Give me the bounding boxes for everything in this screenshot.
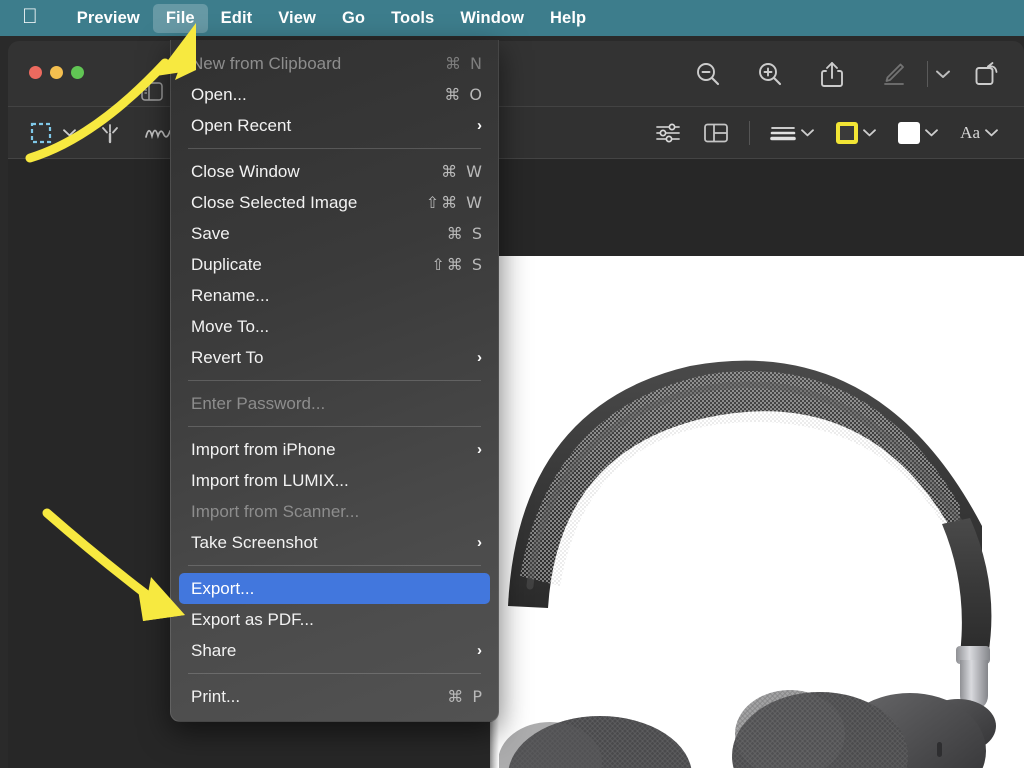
share-icon[interactable]: [801, 41, 863, 107]
menu-item-export[interactable]: Export...: [179, 573, 490, 604]
submenu-chevron-right-icon: ›: [477, 441, 482, 458]
adjust-sliders-icon[interactable]: [644, 107, 692, 159]
menu-item-save[interactable]: Save ⌘ S: [171, 218, 498, 249]
selection-tool-chevron-down-icon[interactable]: [63, 107, 87, 159]
menu-item-label: Save: [191, 223, 230, 243]
menu-divider: [188, 565, 481, 566]
macos-menu-bar:  Preview File Edit View Go Tools Window…: [0, 0, 1024, 36]
menu-item-open-recent[interactable]: Open Recent ›: [171, 110, 498, 141]
submenu-chevron-right-icon: ›: [477, 534, 482, 551]
zoom-out-icon[interactable]: [677, 41, 739, 107]
menu-divider: [188, 673, 481, 674]
menu-item-shortcut: ⌘ W: [441, 162, 484, 181]
menu-item-label: Revert To: [191, 347, 264, 367]
menu-item-shortcut: ⌘ S: [446, 224, 484, 243]
menu-item-label: Import from LUMIX...: [191, 470, 349, 490]
menu-item-label: Duplicate: [191, 254, 262, 274]
submenu-chevron-right-icon: ›: [477, 117, 482, 134]
menu-item-shortcut: ⇧⌘ S: [431, 255, 484, 274]
menu-divider: [188, 380, 481, 381]
menu-item-open[interactable]: Open... ⌘ O: [171, 79, 498, 110]
menu-item-duplicate[interactable]: Duplicate ⇧⌘ S: [171, 249, 498, 280]
preview-window: Aa: [8, 41, 1024, 768]
toolbar-buttons: [677, 41, 1024, 107]
menu-item-new-from-clipboard: New from Clipboard ⌘ N: [171, 48, 498, 79]
menu-item-label: Share: [191, 640, 237, 660]
screenshot-root: Aa Preview File Edit View Go Tools Windo…: [0, 0, 1024, 768]
menubar-item-window[interactable]: Window: [447, 4, 537, 33]
document-area: [8, 159, 1024, 768]
close-window-button[interactable]: [29, 66, 42, 79]
image-canvas[interactable]: [490, 159, 1024, 768]
apple-logo-icon[interactable]: : [22, 6, 38, 27]
menu-item-close-window[interactable]: Close Window ⌘ W: [171, 156, 498, 187]
rotate-icon[interactable]: [956, 41, 1018, 107]
zoom-in-icon[interactable]: [739, 41, 801, 107]
menu-item-print[interactable]: Print... ⌘ P: [171, 681, 498, 712]
menu-item-shortcut: ⇧⌘ W: [425, 193, 484, 212]
headphones-photo: [490, 256, 1024, 768]
menubar-item-file[interactable]: File: [152, 3, 208, 33]
menu-item-move-to[interactable]: Move To...: [171, 311, 498, 342]
menu-item-label: Rename...: [191, 285, 270, 305]
menu-item-import-from-scanner: Import from Scanner...: [171, 496, 498, 527]
window-toolbar: [8, 41, 1024, 107]
menu-item-import-from-lumix[interactable]: Import from LUMIX...: [171, 465, 498, 496]
menu-divider: [188, 426, 481, 427]
menu-item-label: Open Recent: [191, 115, 292, 135]
menu-item-label: Open...: [191, 84, 247, 104]
menubar-item-go[interactable]: Go: [329, 4, 378, 33]
menu-item-share[interactable]: Share ›: [171, 635, 498, 666]
markup-toolbar: Aa: [8, 107, 1024, 159]
toolbar-divider: [927, 61, 928, 87]
markup-options-chevron-down-icon[interactable]: [930, 41, 956, 107]
menu-item-rename[interactable]: Rename...: [171, 280, 498, 311]
markup-pen-icon[interactable]: [863, 41, 925, 107]
menu-item-label: Move To...: [191, 316, 270, 336]
fill-color-swatch[interactable]: [887, 107, 949, 159]
menu-item-label: New from Clipboard: [191, 53, 342, 73]
text-style-button[interactable]: Aa: [949, 107, 1024, 159]
menu-item-close-selected-image[interactable]: Close Selected Image ⇧⌘ W: [171, 187, 498, 218]
line-style-icon[interactable]: [759, 107, 825, 159]
file-menu-dropdown: New from Clipboard ⌘ N Open... ⌘ O Open Rece…: [170, 40, 499, 722]
menubar-item-view[interactable]: View: [265, 4, 329, 33]
menu-item-label: Take Screenshot: [191, 532, 318, 552]
zoom-window-button[interactable]: [71, 66, 84, 79]
menu-item-label: Close Selected Image: [191, 192, 358, 212]
crop-icon[interactable]: [692, 107, 740, 159]
menu-item-label: Enter Password...: [191, 393, 326, 413]
submenu-chevron-right-icon: ›: [477, 349, 482, 366]
menu-item-label: Export as PDF...: [191, 609, 314, 629]
fill-color-chip: [898, 121, 921, 144]
menu-item-label: Print...: [191, 686, 241, 706]
traffic-lights: [29, 66, 84, 79]
submenu-chevron-right-icon: ›: [477, 642, 482, 659]
selection-rect-icon[interactable]: [8, 107, 63, 159]
menubar-item-edit[interactable]: Edit: [208, 4, 266, 33]
menu-divider: [188, 148, 481, 149]
menu-item-export-as-pdf[interactable]: Export as PDF...: [171, 604, 498, 635]
menubar-item-help[interactable]: Help: [537, 4, 599, 33]
menu-item-shortcut: ⌘ P: [447, 687, 484, 706]
border-color-chip: [836, 121, 859, 144]
menu-item-shortcut: ⌘ O: [444, 85, 484, 104]
menu-item-label: Close Window: [191, 161, 300, 181]
menu-item-label: Import from Scanner...: [191, 501, 360, 521]
menubar-item-tools[interactable]: Tools: [378, 4, 447, 33]
menu-item-import-from-iphone[interactable]: Import from iPhone ›: [171, 434, 498, 465]
menu-item-take-screenshot[interactable]: Take Screenshot ›: [171, 527, 498, 558]
instant-alpha-icon[interactable]: [87, 107, 133, 159]
menu-item-label: Import from iPhone: [191, 439, 336, 459]
markup-divider: [749, 120, 751, 145]
menu-item-label: Export...: [191, 578, 255, 598]
sidebar-toggle-icon[interactable]: [141, 82, 163, 106]
minimize-window-button[interactable]: [50, 66, 63, 79]
border-color-swatch[interactable]: [825, 107, 887, 159]
menu-item-shortcut: ⌘ N: [444, 54, 484, 73]
menu-item-revert-to[interactable]: Revert To ›: [171, 342, 498, 373]
text-style-label: Aa: [960, 122, 980, 142]
menu-item-enter-password: Enter Password...: [171, 388, 498, 419]
menubar-app-name[interactable]: Preview: [64, 4, 153, 33]
